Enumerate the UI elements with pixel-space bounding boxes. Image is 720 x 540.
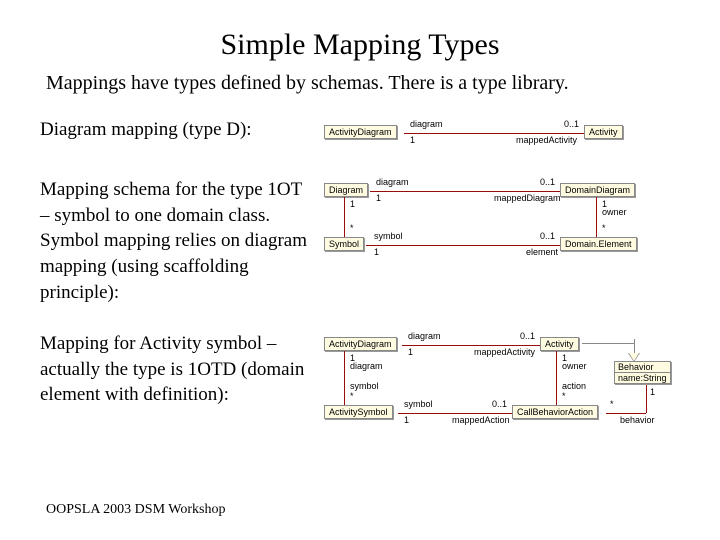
class-activity: Activity bbox=[584, 125, 623, 139]
row-3-label: Mapping for Activity symbol – actually t… bbox=[40, 331, 310, 408]
class-diagram: Diagram bbox=[324, 183, 368, 197]
uml-diagram-1: ActivityDiagram Activity diagram mappedA… bbox=[324, 117, 680, 151]
mult-label: * bbox=[350, 391, 354, 401]
mult-label: 0..1 bbox=[492, 399, 507, 409]
mult-label: 1 bbox=[404, 415, 409, 425]
mult-label: 1 bbox=[376, 193, 381, 203]
assoc-label: element bbox=[526, 247, 558, 257]
mult-label: 0..1 bbox=[540, 177, 555, 187]
assoc-label: symbol bbox=[404, 399, 433, 409]
assoc-label: owner bbox=[602, 207, 627, 217]
row-1-label: Diagram mapping (type D): bbox=[40, 117, 310, 143]
assoc-label: behavior bbox=[620, 415, 655, 425]
assoc-label: diagram bbox=[408, 331, 441, 341]
mult-label: * bbox=[562, 391, 566, 401]
mult-label: 1 bbox=[410, 135, 415, 145]
class-domaindiagram: DomainDiagram bbox=[560, 183, 635, 197]
class-symbol: Symbol bbox=[324, 237, 364, 251]
mult-label: * bbox=[602, 223, 606, 233]
assoc-label: mappedActivity bbox=[474, 347, 535, 357]
uml-diagram-2: Diagram DomainDiagram diagram mappedDiag… bbox=[324, 177, 680, 269]
assoc-label: mappedActivity bbox=[516, 135, 577, 145]
class-behavior: Behavior name:String bbox=[614, 361, 671, 384]
mult-label: 0..1 bbox=[520, 331, 535, 341]
assoc-label: action bbox=[562, 381, 586, 391]
assoc-label: symbol bbox=[374, 231, 403, 241]
class-activitydiagram: ActivityDiagram bbox=[324, 125, 397, 139]
mult-label: 1 bbox=[350, 199, 355, 209]
class-callbehavior: CallBehaviorAction bbox=[512, 405, 598, 419]
assoc-label: diagram bbox=[376, 177, 409, 187]
slide-subtitle: Mappings have types defined by schemas. … bbox=[46, 72, 680, 95]
mult-label: 1 bbox=[650, 387, 655, 397]
mult-label: 1 bbox=[408, 347, 413, 357]
row-3: Mapping for Activity symbol – actually t… bbox=[40, 331, 680, 441]
slide-footer: OOPSLA 2003 DSM Workshop bbox=[46, 502, 225, 518]
mult-label: 1 bbox=[374, 247, 379, 257]
mult-label: 0..1 bbox=[540, 231, 555, 241]
row-2: Mapping schema for the type 1OT – symbol… bbox=[40, 177, 680, 305]
assoc-label: diagram bbox=[350, 361, 383, 371]
assoc-label: diagram bbox=[410, 119, 443, 129]
class-activity: Activity bbox=[540, 337, 579, 351]
assoc-label: symbol bbox=[350, 381, 379, 391]
row-1: Diagram mapping (type D): ActivityDiagra… bbox=[40, 117, 680, 151]
class-activitysymbol: ActivitySymbol bbox=[324, 405, 393, 419]
class-domainelement: Domain.Element bbox=[560, 237, 637, 251]
assoc-label: mappedDiagram bbox=[494, 193, 561, 203]
assoc-label: mappedAction bbox=[452, 415, 510, 425]
mult-label: 0..1 bbox=[564, 119, 579, 129]
row-2-label: Mapping schema for the type 1OT – symbol… bbox=[40, 177, 310, 305]
mult-label: * bbox=[610, 399, 614, 409]
slide-title: Simple Mapping Types bbox=[40, 28, 680, 62]
class-activitydiagram: ActivityDiagram bbox=[324, 337, 397, 351]
mult-label: * bbox=[350, 223, 354, 233]
uml-diagram-3: ActivityDiagram Activity diagram mappedA… bbox=[324, 331, 664, 441]
class-behavior-attr: name:String bbox=[615, 373, 670, 383]
class-behavior-name: Behavior bbox=[615, 362, 670, 373]
assoc-label: owner bbox=[562, 361, 587, 371]
